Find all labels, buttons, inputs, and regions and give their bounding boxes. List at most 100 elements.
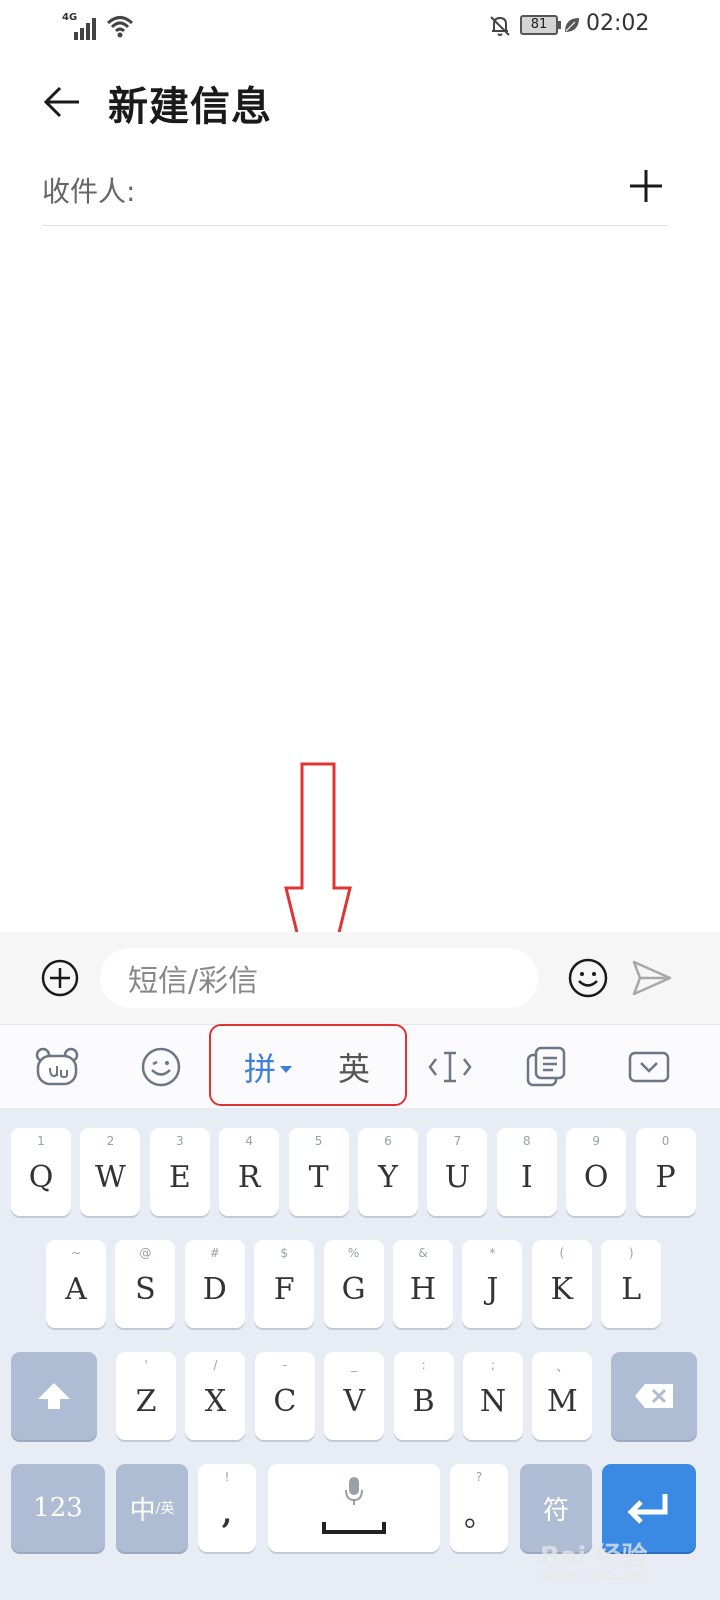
plus-circle-icon [41,959,79,997]
comma-key[interactable]: ! , [198,1464,256,1552]
key-x[interactable]: / X [185,1352,246,1440]
recipient-label: 收件人: [42,175,136,208]
key-hint: 、 [556,1360,569,1374]
key-hint: _ [351,1358,358,1372]
key-l[interactable]: ) L [601,1240,662,1328]
key-hint: 4 [245,1134,253,1148]
key-label: X [204,1383,227,1419]
key-p[interactable]: 0P [635,1128,696,1216]
key-hint: : [421,1358,426,1372]
send-button[interactable] [630,958,674,998]
key-hint: / [213,1358,218,1372]
key-i[interactable]: 8I [496,1128,557,1216]
emoji-button[interactable] [566,956,610,1000]
key-j[interactable]: * J [462,1240,523,1328]
key-label: D [202,1271,227,1307]
key-hint: 8 [522,1134,531,1148]
attach-button[interactable] [40,958,80,998]
key-a[interactable]: ~ A [46,1240,106,1328]
key-o[interactable]: 9O [566,1128,627,1216]
compose-bar: 短信/彩信 [0,932,720,1024]
key-label: L [621,1271,642,1307]
key-label: Z [135,1383,157,1419]
key-label: A [65,1271,87,1307]
key-hint: 1 [37,1134,45,1148]
numbers-key[interactable]: 123 [11,1464,105,1552]
baidu-watermark: Bai 经验 jingyan.baidu.com [540,1508,710,1592]
smiley-icon [568,958,608,998]
key-hint: 5 [314,1134,323,1148]
key-n[interactable]: ; N [463,1352,523,1440]
key-hint: - [282,1358,287,1372]
key-hint: 9 [592,1134,600,1148]
key-q[interactable]: 1Q [11,1128,71,1216]
key-hint: 2 [106,1134,115,1148]
cursor-move-button[interactable] [428,1041,472,1093]
key-f[interactable]: $ F [254,1240,315,1328]
clipboard-button[interactable] [522,1041,570,1093]
signal-icon [74,18,96,40]
wink-icon [141,1047,181,1087]
shift-key[interactable] [11,1352,97,1440]
space-key[interactable] [268,1464,440,1552]
key-c[interactable]: -C [254,1352,315,1440]
baidu-bear-button[interactable] [34,1041,80,1093]
key-r[interactable]: 4R [219,1128,280,1216]
key-hint: & [418,1246,428,1260]
key-hint: @ [139,1246,152,1260]
keyboard-emoji-button[interactable] [138,1041,184,1093]
key-label: N [479,1383,507,1419]
key-k[interactable]: (K [531,1240,592,1328]
key-y[interactable]: 6Y [358,1128,418,1216]
key-hint: ; [490,1358,496,1372]
key-label: Y [378,1159,398,1195]
recipient-row[interactable]: 收件人: [42,160,668,226]
key-e[interactable]: 3E [149,1128,210,1216]
key-g[interactable]: % G [323,1240,384,1328]
key-v[interactable]: _ V [324,1352,385,1440]
key-hint: $ [280,1246,288,1260]
comma-key-label: , [221,1495,233,1531]
key-label: J [486,1271,499,1307]
language-key-sub: /英 [155,1501,175,1517]
language-switch-key[interactable]: 中 /英 [116,1464,188,1552]
key-label: R [237,1159,261,1195]
page-title: 新建信息 [108,84,272,130]
key-w[interactable]: 2W [80,1128,141,1216]
key-b[interactable]: :B [393,1352,454,1440]
microphone-icon [345,1477,363,1505]
message-input[interactable]: 短信/彩信 [100,948,538,1008]
status-bar: 4G 81 02:02 [0,0,720,52]
back-button[interactable] [38,78,86,126]
baidu-bear-icon [35,1047,79,1086]
key-label: U [444,1159,471,1195]
key-z[interactable]: ' Z [116,1352,176,1440]
key-label: F [273,1271,295,1307]
key-label: B [412,1383,435,1419]
key-d[interactable]: # D [184,1240,245,1328]
key-m[interactable]: 、 M [532,1352,593,1440]
key-hint: ( [559,1246,565,1260]
space-bar-icon [322,1522,386,1534]
period-key[interactable]: ? 。 [450,1464,508,1552]
clock: 02:02 [586,11,650,36]
key-label: C [273,1383,297,1419]
key-label: W [94,1159,126,1195]
clipboard-icon [526,1046,566,1087]
key-s[interactable]: @ S [115,1240,176,1328]
bell-muted-icon [490,16,510,36]
message-placeholder: 短信/彩信 [128,964,259,999]
key-label: K [550,1271,573,1307]
key-u[interactable]: 7U [427,1128,488,1216]
key-hint: ) [628,1246,634,1260]
key-h[interactable]: & H [393,1240,453,1328]
backspace-key[interactable] [611,1352,697,1440]
hide-keyboard-button[interactable] [628,1041,670,1093]
header: 新建信息 [0,70,720,130]
battery-indicator: 81 [520,15,558,35]
key-hint: % [347,1246,360,1260]
backspace-icon [635,1384,673,1408]
key-t[interactable]: 5T [288,1128,349,1216]
key-label: G [341,1271,366,1307]
add-recipient-button[interactable] [624,164,668,208]
